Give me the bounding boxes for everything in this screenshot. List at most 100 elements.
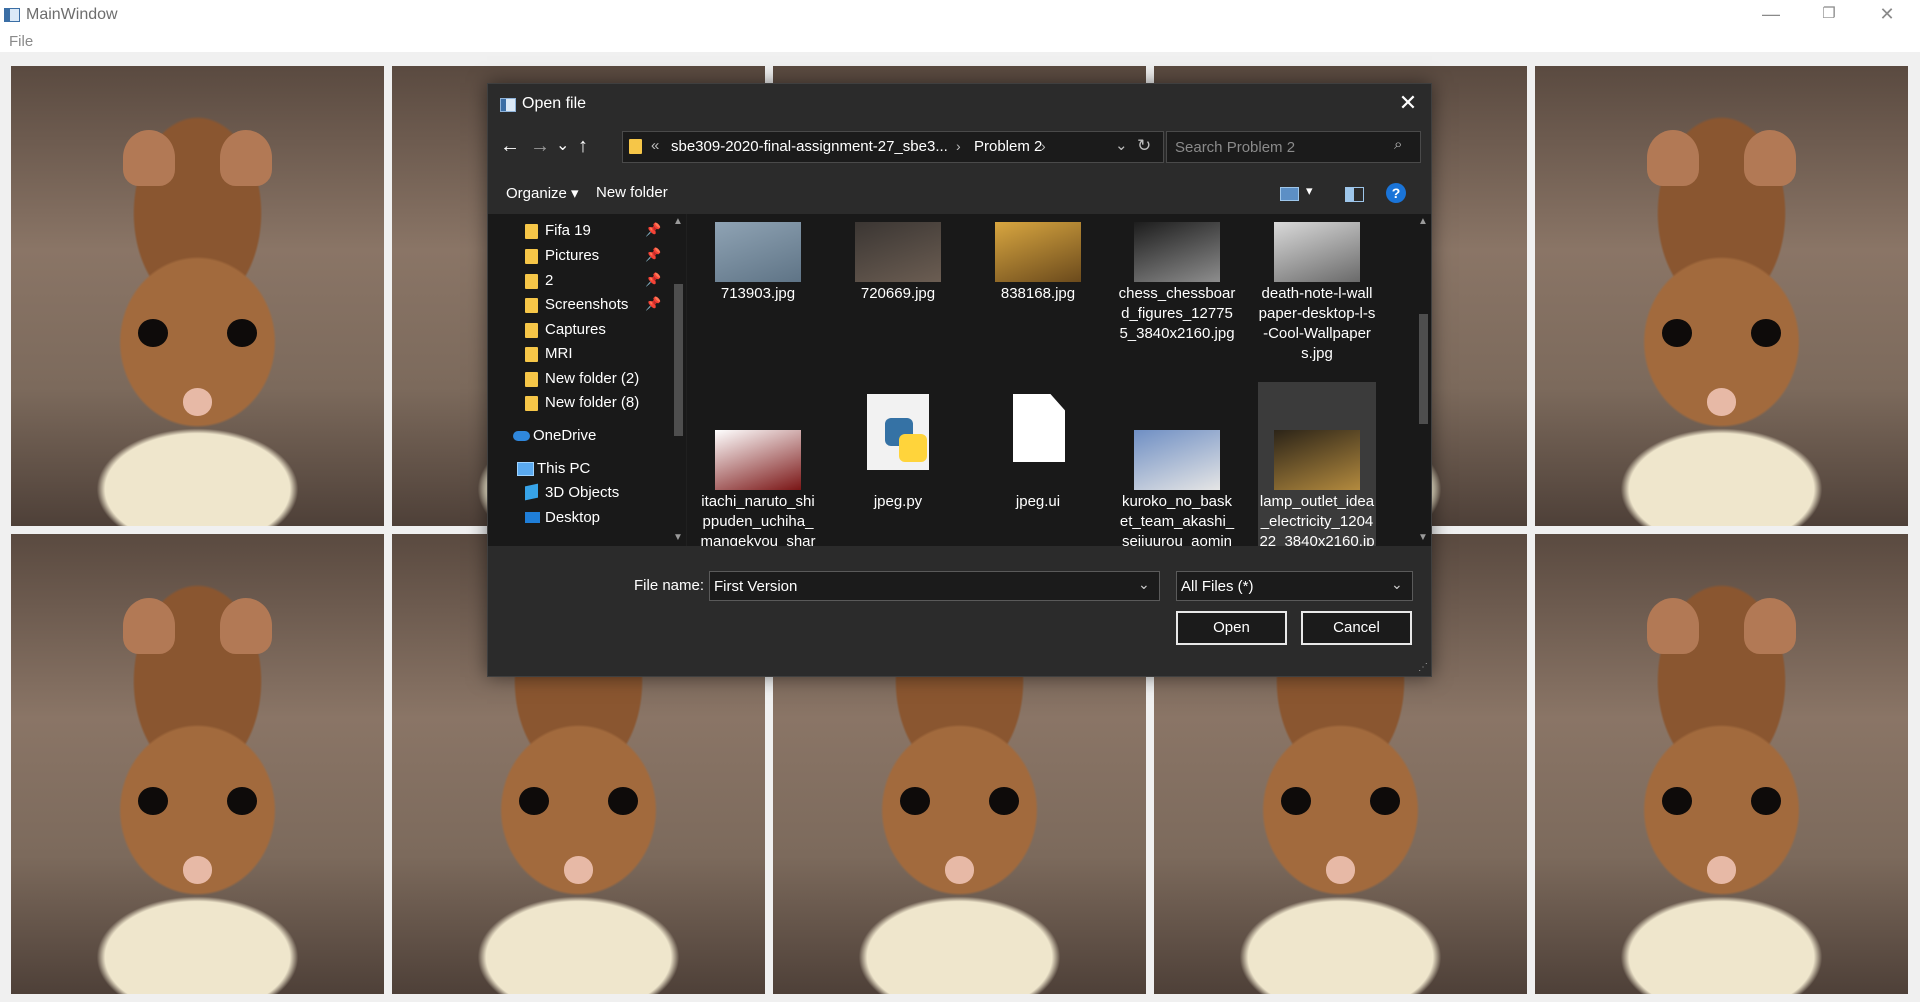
document-file-icon	[1013, 394, 1065, 462]
navigation-pane-scrollbar[interactable]: ▲ ▼	[670, 214, 686, 546]
breadcrumb-chevron-icon[interactable]: ›	[956, 138, 961, 154]
nav-item-screenshots[interactable]: Screenshots 📌	[488, 292, 670, 318]
nav-item-this-pc[interactable]: This PC	[488, 456, 670, 482]
pin-icon[interactable]: 📌	[645, 222, 661, 238]
mouse-eye	[989, 787, 1020, 815]
view-dropdown-icon[interactable]: ▾	[1306, 183, 1313, 199]
desktop-icon	[525, 512, 540, 523]
file-item[interactable]: 713903.jpg	[699, 214, 817, 374]
file-item[interactable]: jpeg.py	[839, 382, 957, 546]
file-item[interactable]: death-note-l-wallpaper-desktop-l-s-Cool-…	[1258, 214, 1376, 374]
file-list-scrollbar[interactable]: ▲ ▼	[1415, 214, 1431, 546]
file-type-select[interactable]: All Files (*) ⌄	[1176, 571, 1413, 601]
view-options-icon[interactable]	[1280, 187, 1299, 201]
refresh-icon[interactable]: ↻	[1137, 136, 1151, 156]
address-bar[interactable]: « sbe309-2020-final-assignment-27_sbe3..…	[622, 131, 1164, 163]
scroll-down-icon[interactable]: ▼	[673, 532, 683, 543]
pin-icon[interactable]: 📌	[645, 296, 661, 312]
help-icon[interactable]: ?	[1386, 183, 1406, 203]
nav-item-label: Pictures	[545, 247, 600, 264]
scroll-up-icon[interactable]: ▲	[673, 216, 683, 227]
nav-item-desktop[interactable]: Desktop	[488, 505, 670, 531]
resize-grip-icon[interactable]: ⋰	[1418, 662, 1428, 673]
mouse-eye	[1751, 319, 1782, 347]
nav-item-captures[interactable]: Captures	[488, 317, 670, 343]
nav-item-pictures[interactable]: Pictures 📌	[488, 243, 670, 269]
folder-icon	[525, 372, 538, 387]
search-icon[interactable]: ⌕	[1394, 136, 1402, 153]
mouse-eye	[1751, 787, 1782, 815]
up-arrow-icon[interactable]: ↑	[578, 136, 588, 156]
address-dropdown-icon[interactable]: ⌄	[1115, 136, 1128, 154]
mouse-eye	[137, 787, 168, 815]
search-input[interactable]: Search Problem 2 ⌕	[1166, 131, 1421, 163]
breadcrumb-repo[interactable]: sbe309-2020-final-assignment-27_sbe3...	[671, 138, 948, 155]
file-name: chess_chessboard_figures_127755_3840x216…	[1118, 285, 1236, 342]
nav-item-onedrive[interactable]: OneDrive	[488, 423, 670, 449]
preview-pane-icon[interactable]	[1345, 187, 1364, 202]
scroll-up-icon[interactable]: ▲	[1418, 216, 1428, 227]
menu-file[interactable]: File	[9, 33, 33, 50]
scroll-down-icon[interactable]: ▼	[1418, 532, 1428, 543]
app-window-icon	[4, 8, 20, 22]
nav-item-new-folder-2[interactable]: New folder (2)	[488, 366, 670, 392]
nav-item-label: MRI	[545, 345, 573, 362]
nav-item-mri[interactable]: MRI	[488, 341, 670, 367]
main-title-bar: MainWindow — ❐ ✕	[0, 0, 1920, 30]
mouse-image-tile	[1535, 534, 1908, 994]
pc-icon	[517, 462, 534, 476]
breadcrumb-problem-2[interactable]: Problem 2	[974, 138, 1042, 155]
mouse-eye	[227, 787, 258, 815]
dialog-close-button[interactable]: ✕	[1393, 88, 1423, 118]
mouse-eye	[608, 787, 639, 815]
scrollbar-thumb[interactable]	[674, 284, 683, 436]
file-item[interactable]: 720669.jpg	[839, 214, 957, 374]
new-folder-button[interactable]: New folder	[596, 184, 668, 201]
mouse-ear	[219, 130, 273, 186]
nav-item-fifa-19[interactable]: Fifa 19 📌	[488, 218, 670, 244]
python-file-icon	[867, 394, 929, 470]
folder-icon	[525, 347, 538, 362]
mouse-snout	[1325, 856, 1356, 884]
nav-item-new-folder-8[interactable]: New folder (8)	[488, 390, 670, 416]
breadcrumb-chevron-icon[interactable]: ›	[1041, 138, 1046, 154]
back-arrow-icon[interactable]: ←	[500, 136, 520, 156]
open-button[interactable]: Open	[1176, 611, 1287, 645]
file-name-value[interactable]: First Version	[714, 578, 797, 595]
file-name-dropdown-icon[interactable]: ⌄	[1138, 576, 1150, 593]
search-placeholder: Search Problem 2	[1175, 139, 1296, 156]
scrollbar-thumb[interactable]	[1419, 314, 1428, 424]
file-name-input[interactable]: First Version ⌄	[709, 571, 1160, 601]
pin-icon[interactable]: 📌	[645, 272, 661, 288]
pin-icon[interactable]: 📌	[645, 247, 661, 263]
nav-item-label: 2	[545, 272, 554, 289]
dialog-title-bar: Open file ✕	[488, 84, 1431, 124]
file-item[interactable]: itachi_naruto_shippuden_uchiha_mangekyou…	[699, 382, 817, 546]
navigation-pane: Fifa 19 📌 Pictures 📌 2 📌 Screenshots 📌 Captures M…	[488, 214, 686, 546]
mouse-image-tile	[1535, 66, 1908, 526]
file-type-dropdown-icon[interactable]: ⌄	[1391, 576, 1403, 593]
mouse-ear	[219, 598, 273, 654]
mouse-snout	[1706, 856, 1737, 884]
file-item[interactable]: kuroko_no_basket_team_akashi_seijuurou_a…	[1118, 382, 1236, 546]
nav-item-3d-objects[interactable]: 3D Objects	[488, 480, 670, 506]
recent-locations-chevron-icon[interactable]: ⌄	[556, 136, 569, 156]
organize-button[interactable]: Organize ▾	[506, 184, 579, 202]
python-logo-yellow	[899, 434, 927, 462]
file-type-value: All Files (*)	[1181, 578, 1254, 595]
onedrive-icon	[513, 431, 530, 441]
file-item[interactable]: 838168.jpg	[979, 214, 1097, 374]
nav-item-label: Captures	[545, 321, 606, 338]
close-window-button[interactable]: ✕	[1858, 0, 1916, 30]
nav-item-2[interactable]: 2 📌	[488, 268, 670, 294]
mouse-eye	[1280, 787, 1311, 815]
file-item[interactable]: chess_chessboard_figures_127755_3840x216…	[1118, 214, 1236, 374]
cancel-button[interactable]: Cancel	[1301, 611, 1412, 645]
restore-button[interactable]: ❐	[1800, 0, 1858, 30]
mouse-eye	[899, 787, 930, 815]
file-item[interactable]: jpeg.ui	[979, 382, 1097, 546]
minimize-button[interactable]: —	[1742, 0, 1800, 30]
breadcrumb-overflow[interactable]: «	[651, 137, 659, 154]
forward-arrow-icon[interactable]: →	[530, 136, 550, 156]
file-item[interactable]: lamp_outlet_idea_electricity_120422_3840…	[1258, 382, 1376, 546]
